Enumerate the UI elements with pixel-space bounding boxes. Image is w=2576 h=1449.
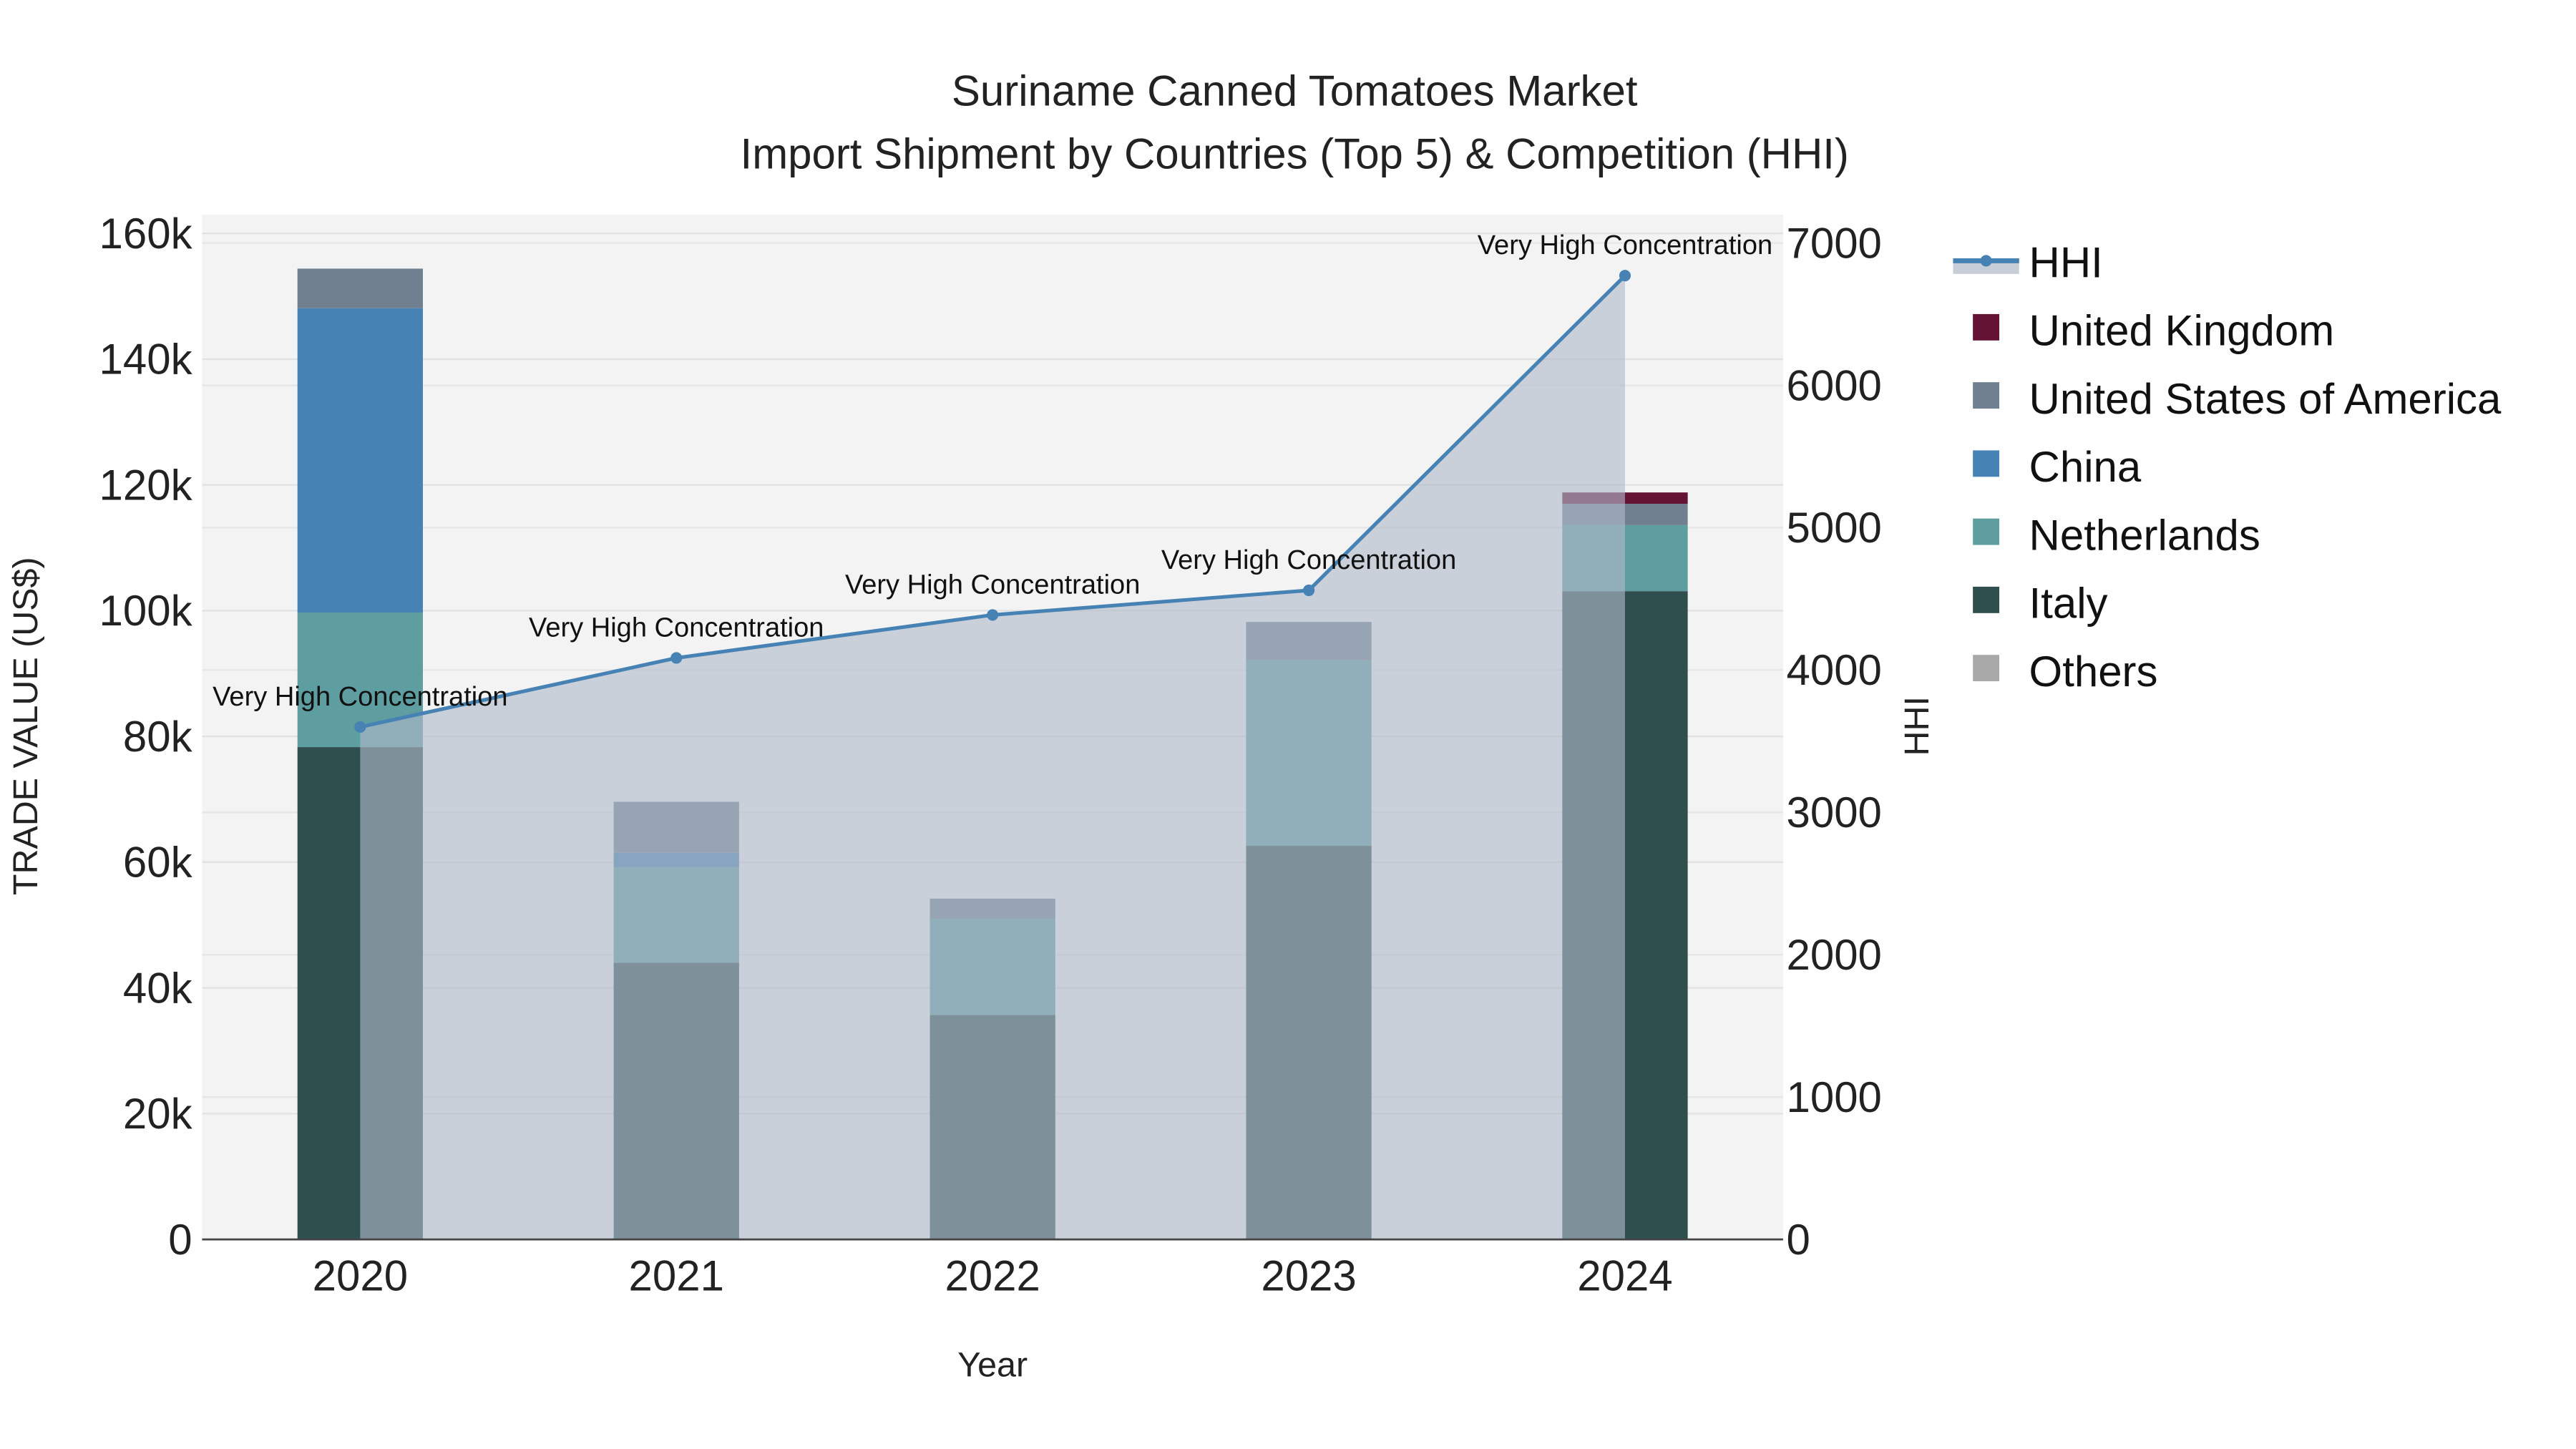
legend-swatch: [1973, 313, 2000, 341]
y2-tick-label: 3000: [1787, 789, 1882, 836]
legend-label: Italy: [2029, 580, 2108, 628]
legend-item[interactable]: United Kingdom: [1973, 307, 2334, 355]
y2-tick-label: 2000: [1787, 931, 1882, 979]
y-tick-label: 40k: [123, 964, 193, 1012]
legend-item[interactable]: Netherlands: [1973, 511, 2260, 559]
legend-label: China: [2029, 443, 2142, 491]
y2-tick-label: 7000: [1787, 219, 1882, 267]
y2-tick-label: 0: [1787, 1216, 1810, 1264]
bar-china: [297, 308, 423, 613]
legend-label: United States of America: [2029, 375, 2502, 423]
legend-marker: [1980, 255, 1992, 267]
y-tick-label: 160k: [99, 210, 193, 258]
y-axis-title: TRADE VALUE (US$): [6, 557, 45, 895]
hhi-annotation: Very High Concentration: [529, 613, 824, 643]
x-axis-title: Year: [957, 1346, 1028, 1385]
legend-swatch: [1973, 450, 2000, 477]
chart: Very High Concentration Very High Concent…: [6, 67, 2502, 1385]
legend-swatch: [1973, 586, 2000, 613]
legend-item[interactable]: United States of America: [1973, 375, 2502, 423]
x-tick-label: 2023: [1261, 1252, 1356, 1300]
legend-swatch: [1973, 655, 2000, 682]
legend-item[interactable]: Others: [1973, 648, 2157, 696]
legend-label: United Kingdom: [2029, 307, 2335, 355]
legend-swatch: [1973, 518, 2000, 545]
y2-tick-label: 4000: [1787, 646, 1882, 694]
hhi-annotation: Very High Concentration: [1161, 545, 1456, 575]
hhi-point: [1619, 270, 1631, 282]
y-tick-label: 100k: [99, 587, 193, 635]
y-tick-label: 60k: [123, 839, 193, 887]
hhi-point: [1302, 584, 1315, 597]
hhi-annotation: Very High Concentration: [213, 682, 507, 712]
legend-item[interactable]: HHI: [1953, 238, 2103, 286]
legend-label: HHI: [2029, 238, 2103, 286]
x-tick-label: 2022: [945, 1252, 1040, 1300]
hhi-point: [354, 721, 366, 733]
legend-item[interactable]: Italy: [1973, 580, 2108, 628]
y-tick-label: 80k: [123, 713, 193, 761]
chart-title: Suriname Canned Tomatoes Market: [952, 67, 1638, 115]
legend-label: Others: [2029, 648, 2158, 696]
y2-tick-label: 1000: [1787, 1073, 1882, 1121]
x-tick-label: 2024: [1577, 1252, 1672, 1300]
y-tick-label: 20k: [123, 1090, 193, 1138]
x-tick-label: 2020: [313, 1252, 408, 1300]
y-tick-label: 140k: [99, 336, 193, 384]
x-tick-label: 2021: [629, 1252, 724, 1300]
y-tick-label: 0: [168, 1216, 192, 1264]
hhi-point: [987, 609, 999, 621]
legend-item[interactable]: China: [1973, 443, 2142, 491]
legend: HHI United Kingdom United States of Americ…: [1953, 238, 2502, 696]
hhi-point: [670, 652, 683, 664]
legend-swatch: [1973, 382, 2000, 409]
y2-tick-label: 6000: [1787, 361, 1882, 409]
legend-label: Netherlands: [2029, 511, 2260, 559]
y-tick-label: 120k: [99, 461, 193, 509]
hhi-annotation: Very High Concentration: [845, 570, 1140, 600]
y2-tick-label: 5000: [1787, 504, 1882, 552]
hhi-annotation: Very High Concentration: [1478, 230, 1772, 260]
y2-axis-title: HHI: [1898, 696, 1936, 756]
chart-subtitle: Import Shipment by Countries (Top 5) & C…: [741, 130, 1849, 177]
bar-united-states-of-america: [297, 268, 423, 308]
